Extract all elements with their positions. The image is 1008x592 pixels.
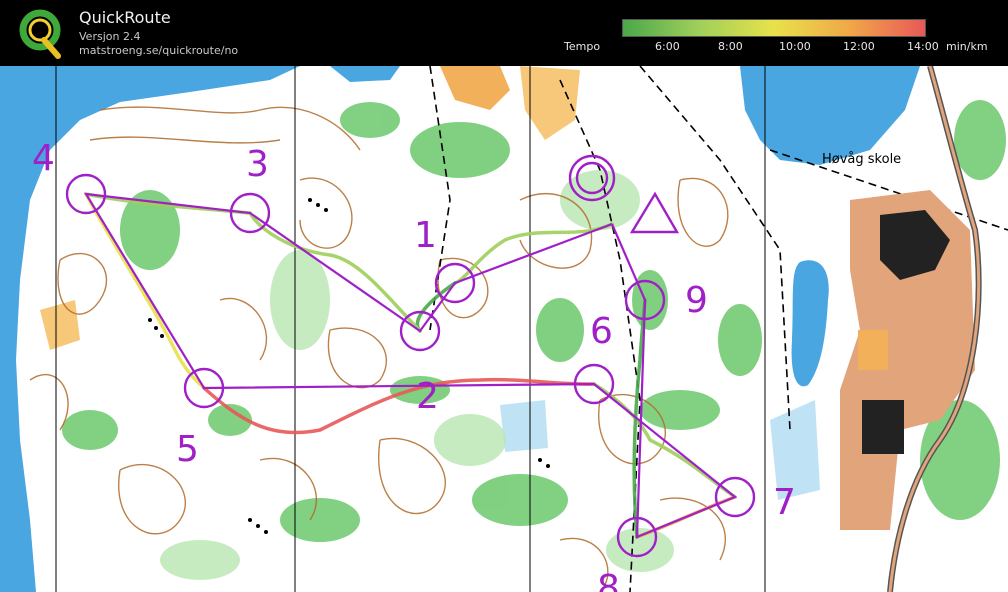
control-number-1: 1 [414, 215, 437, 256]
marsh-central [500, 400, 548, 452]
building-south [862, 400, 904, 454]
tempo-tick-8: 8:00 [718, 40, 743, 53]
app-version: Versjon 2.4 [79, 30, 141, 43]
control-number-9: 9 [685, 280, 708, 321]
tempo-tick-6: 6:00 [655, 40, 680, 53]
control-number-4: 4 [32, 138, 55, 179]
orienteering-map[interactable]: 1 2 3 4 5 6 7 8 9 Høvåg skole [0, 66, 1008, 592]
tempo-unit: min/km [946, 40, 988, 53]
control-number-8: 8 [597, 568, 620, 592]
tempo-tick-10: 10:00 [779, 40, 811, 53]
tempo-label: Tempo [564, 40, 601, 53]
parking [858, 330, 888, 370]
control-number-6: 6 [590, 311, 613, 352]
tempo-tick-12: 12:00 [843, 40, 875, 53]
tempo-color-scale [622, 19, 926, 37]
app-title: QuickRoute [79, 8, 171, 27]
place-label: Høvåg skole [822, 152, 901, 167]
tempo-tick-14: 14:00 [907, 40, 939, 53]
quickroute-logo-icon [19, 9, 61, 59]
app-header: QuickRoute Versjon 2.4 matstroeng.se/qui… [0, 0, 1008, 66]
app-url[interactable]: matstroeng.se/quickroute/no [79, 44, 238, 57]
control-number-7: 7 [773, 482, 796, 523]
control-number-5: 5 [176, 429, 199, 470]
control-number-3: 3 [246, 144, 269, 185]
control-number-2: 2 [416, 376, 439, 417]
